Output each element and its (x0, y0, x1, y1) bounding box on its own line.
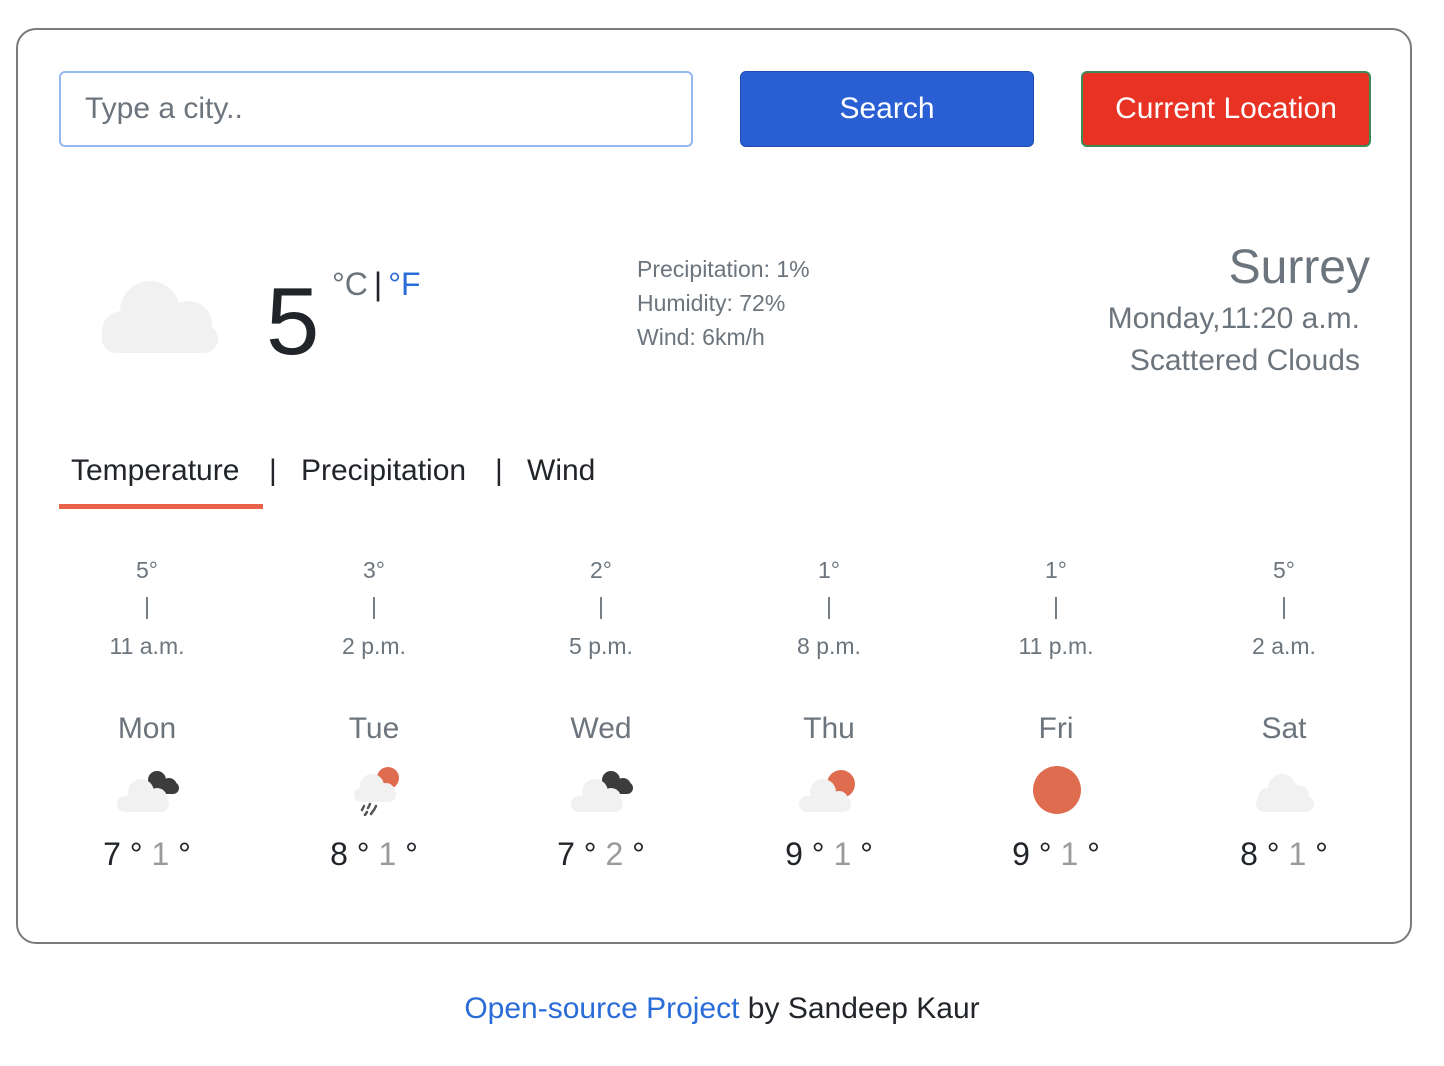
day-low: 1 (151, 836, 170, 872)
city-name: Surrey (1228, 241, 1370, 294)
tab-temperature[interactable]: Temperature (71, 454, 239, 488)
rain-sun-cloud-icon (354, 767, 399, 816)
degree-symbol: ° (1087, 836, 1100, 872)
current-temperature: 5 (266, 268, 320, 375)
day-low: 1 (378, 836, 397, 872)
day-low: 1 (833, 836, 852, 872)
hourly-time: 11 p.m. (1018, 633, 1094, 659)
tab-precipitation[interactable]: Precipitation (301, 454, 466, 488)
humidity-stat: Humidity: 72% (637, 290, 786, 316)
hourly-time: 2 a.m. (1252, 633, 1316, 659)
unit-separator: | (373, 266, 383, 302)
day-low: 1 (1288, 836, 1307, 872)
hourly-time: 8 p.m. (797, 633, 861, 659)
celsius-unit[interactable]: °C (332, 266, 368, 302)
hourly-temp: 1° (1045, 557, 1067, 583)
day-high: 9 (785, 836, 803, 872)
hourly-temp: 5° (136, 557, 158, 583)
day-temps: 8 ° 1 ° (1184, 836, 1384, 873)
hourly-temp: 1° (818, 557, 840, 583)
degree-symbol: ° (811, 836, 825, 872)
weather-stats: Precipitation: 1% Humidity: 72% Wind: 6k… (637, 252, 810, 354)
cloud-dark-cloud-icon (117, 771, 179, 812)
day-name: Mon (117, 712, 177, 745)
wind-stat: Wind: 6km/h (637, 324, 765, 350)
day-name: Fri (1038, 712, 1074, 745)
day-low: 1 (1060, 836, 1079, 872)
day-name: Sat (1261, 712, 1307, 745)
day-name: Tue (348, 712, 400, 745)
day-high: 7 (557, 836, 575, 872)
open-source-link[interactable]: Open-source Project (464, 992, 739, 1025)
hourly-temp: 5° (1273, 557, 1295, 583)
day-high: 8 (1240, 836, 1258, 872)
degree-symbol: ° (1315, 836, 1328, 872)
cloud-icon (102, 281, 218, 353)
day-high: 9 (1012, 836, 1030, 872)
location-info: Surrey Monday,11:20 a.m. Scattered Cloud… (1108, 238, 1370, 382)
degree-symbol: ° (356, 836, 370, 872)
footer-author: by Sandeep Kaur (739, 992, 980, 1025)
day-temps: 8 ° 1 ° (274, 836, 474, 873)
degree-symbol: ° (405, 836, 418, 872)
degree-symbol: ° (583, 836, 597, 872)
day-name: Wed (570, 712, 632, 745)
city-search-input[interactable] (59, 71, 693, 147)
degree-symbol: ° (1038, 836, 1052, 872)
active-tab-indicator (59, 504, 263, 509)
hourly-time: 2 p.m. (342, 633, 406, 659)
fahrenheit-link[interactable]: °F (388, 266, 420, 302)
day-name: Thu (803, 712, 855, 745)
current-location-button[interactable]: Current Location (1081, 71, 1371, 147)
cloud-dark-cloud-icon (571, 771, 633, 812)
cloud-icon (1256, 774, 1314, 812)
hourly-temp: 3° (363, 557, 385, 583)
day-temps: 7 ° 1 ° (47, 836, 247, 873)
day-high: 7 (103, 836, 121, 872)
hourly-tick: | (144, 593, 150, 619)
hourly-tick: | (826, 593, 832, 619)
day-low: 2 (605, 836, 624, 872)
search-button[interactable]: Search (740, 71, 1034, 147)
day-temps: 9 ° 1 ° (729, 836, 929, 873)
hourly-time: 11 a.m. (109, 633, 185, 659)
current-datetime: Monday,11:20 a.m. (1107, 302, 1360, 335)
day-high: 8 (330, 836, 348, 872)
degree-symbol: ° (632, 836, 645, 872)
day-temps: 7 ° 2 ° (501, 836, 701, 873)
degree-symbol: ° (860, 836, 873, 872)
precipitation-stat: Precipitation: 1% (637, 256, 810, 282)
degree-symbol: ° (129, 836, 143, 872)
hourly-tick: | (1281, 593, 1287, 619)
hourly-time: 5 p.m. (569, 633, 633, 659)
degree-symbol: ° (178, 836, 191, 872)
tab-wind[interactable]: Wind (527, 454, 595, 488)
hourly-tick: | (1053, 593, 1059, 619)
sun-icon (1033, 766, 1081, 814)
weather-card: Search Current Location 5 °C|°F Precipit… (16, 28, 1412, 944)
footer: Open-source Project by Sandeep Kaur (0, 992, 1444, 1026)
hourly-tick: | (598, 593, 604, 619)
unit-toggle: °C | °F (332, 266, 421, 303)
tab-separator: | (269, 454, 277, 487)
tab-separator: | (495, 454, 503, 487)
hourly-tick: | (371, 593, 377, 619)
sun-behind-cloud-icon (799, 770, 855, 812)
degree-symbol: ° (1266, 836, 1280, 872)
hourly-temp: 2° (590, 557, 612, 583)
day-temps: 9 ° 1 ° (956, 836, 1156, 873)
weather-description: Scattered Clouds (1129, 344, 1360, 377)
